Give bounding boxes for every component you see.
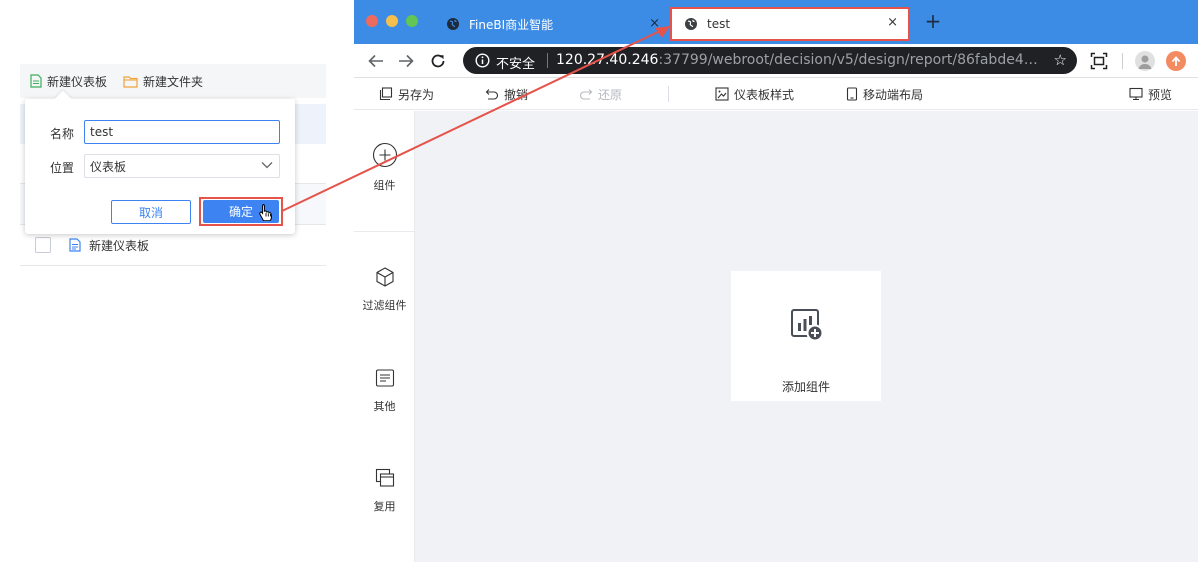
browser-window: FineBI商业智能 × test × + 不安全 120.27.40.246:… [354,0,1198,562]
dashboard-toolbar: 另存为 撤销 还原 仪表板样式 移动端布局 预览 [354,78,1198,110]
update-arrow-icon[interactable] [1166,51,1186,71]
divider [1122,53,1123,69]
dashboard-style-button[interactable]: 仪表板样式 [715,86,794,102]
folder-icon [123,75,138,88]
window-maximize-button[interactable] [406,15,418,27]
tab-close-icon[interactable]: × [649,16,660,31]
dashboard-style-label: 仪表板样式 [734,87,795,102]
sidebar-item-component[interactable]: 组件 [354,142,415,193]
document-icon [69,238,81,252]
hand-cursor-icon [258,203,274,221]
mobile-icon [846,87,858,101]
undo-icon [485,89,499,100]
divider [354,231,414,232]
new-tab-button[interactable]: + [922,10,944,32]
forward-arrow-icon[interactable] [396,51,416,71]
save-as-icon [379,87,393,101]
divider [547,53,548,68]
note-icon [375,369,394,387]
chevron-down-icon [261,161,273,169]
monitor-icon [1129,87,1143,101]
list-item-label: 新建仪表板 [89,238,150,253]
address-bar: 不安全 120.27.40.246:37799/webroot/decision… [354,44,1198,78]
new-folder-label: 新建文件夹 [143,74,204,89]
back-arrow-icon[interactable] [366,51,386,71]
save-as-button[interactable]: 另存为 [379,86,434,102]
url-path: :37799/webroot/decision/v5/design/report… [658,52,1040,68]
tab-title: FineBI商业智能 [469,17,554,32]
divider [20,265,326,266]
redo-button[interactable]: 还原 [579,86,622,102]
cancel-button[interactable]: 取消 [111,200,191,224]
new-dashboard-button[interactable]: 新建仪表板 [30,72,107,90]
sidebar-item-label: 过滤组件 [362,299,407,312]
add-chart-icon [790,308,824,342]
new-folder-button[interactable]: 新建文件夹 [123,72,203,90]
mobile-layout-button[interactable]: 移动端布局 [846,86,923,102]
info-icon[interactable] [475,53,490,68]
window-minimize-button[interactable] [386,15,398,27]
security-label: 不安全 [496,57,536,72]
location-label: 位置 [50,161,75,175]
plus-circle-icon [372,142,397,168]
bookmark-star-icon[interactable]: ☆ [1054,51,1067,69]
name-input[interactable] [84,120,280,144]
url-host: 120.27.40.246 [556,52,659,68]
tab-close-icon[interactable]: × [887,15,898,30]
list-item-checkbox[interactable] [35,237,51,253]
new-dashboard-icon [30,74,42,88]
tab-test[interactable]: test × [672,9,908,39]
url-text: 120.27.40.246:37799/webroot/decision/v5/… [556,52,1040,68]
redo-label: 还原 [598,87,623,102]
sidebar-item-other[interactable]: 其他 [354,367,415,414]
style-icon [715,87,729,101]
location-select[interactable]: 仪表板 [84,154,280,178]
sidebar-item-filter[interactable]: 过滤组件 [354,266,415,313]
layers-icon [375,468,394,487]
sidebar-item-label: 复用 [373,500,396,513]
tab-title: test [707,17,731,31]
location-select-value: 仪表板 [90,159,127,174]
globe-icon [446,17,460,31]
undo-label: 撤销 [504,87,529,102]
add-component-card[interactable]: 添加组件 [731,271,881,401]
sidebar-item-label: 组件 [373,179,396,192]
screenshot-icon[interactable] [1090,52,1108,70]
tab-finebi[interactable]: FineBI商业智能 × [436,8,668,40]
new-dashboard-label: 新建仪表板 [47,74,108,89]
preview-label: 预览 [1148,87,1173,102]
mobile-layout-label: 移动端布局 [863,87,924,102]
cube-icon [375,267,394,287]
dashboard-canvas[interactable]: 添加组件 [415,111,1198,562]
window-close-button[interactable] [366,15,378,27]
preview-button[interactable]: 预览 [1129,86,1172,102]
divider [668,86,669,102]
add-component-label: 添加组件 [781,380,830,394]
component-sidebar: 组件 过滤组件 其他 复用 [354,111,415,562]
name-label: 名称 [50,127,75,141]
new-dashboard-dialog: 名称 位置 仪表板 取消 确定 [25,90,295,234]
tab-bar: FineBI商业智能 × test × + [354,0,1198,44]
sidebar-item-reuse[interactable]: 复用 [354,467,415,514]
save-as-label: 另存为 [398,87,435,102]
redo-icon [579,89,593,100]
globe-icon [684,17,698,31]
reload-icon[interactable] [428,51,448,71]
sidebar-item-label: 其他 [373,400,396,413]
undo-button[interactable]: 撤销 [485,86,528,102]
url-bar[interactable]: 不安全 120.27.40.246:37799/webroot/decision… [463,47,1077,74]
avatar[interactable] [1135,51,1155,71]
